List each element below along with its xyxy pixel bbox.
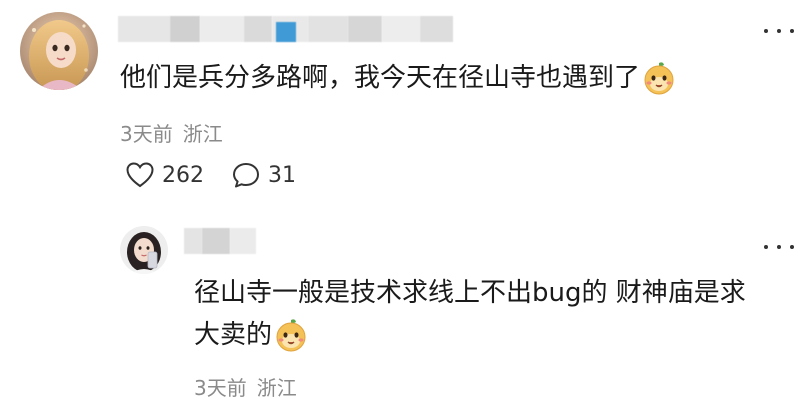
reply-body: 径山寺一般是技术求线上不出bug的 财神庙是求 大卖的 bbox=[194, 272, 794, 356]
comment-meta: 3天前 浙江 bbox=[120, 118, 223, 147]
speech-bubble-icon bbox=[233, 163, 259, 188]
avatar-portrait-icon bbox=[120, 226, 168, 274]
replier-avatar[interactable] bbox=[120, 226, 168, 274]
cute-face-emoji-icon bbox=[644, 62, 674, 95]
heart-icon bbox=[126, 162, 154, 188]
avatar-portrait-icon bbox=[20, 12, 98, 90]
comment-body: 他们是兵分多路啊，我今天在径山寺也遇到了 bbox=[120, 58, 676, 98]
like-button[interactable]: 262 bbox=[126, 162, 204, 188]
more-dots-icon[interactable] bbox=[764, 22, 794, 40]
comment-thread: 他们是兵分多路啊，我今天在径山寺也遇到了 3天前 浙江 262 31 径山寺一般… bbox=[0, 0, 810, 410]
reply-button[interactable]: 31 bbox=[232, 162, 296, 188]
more-dots-icon[interactable] bbox=[764, 238, 794, 256]
reply-text-line-1: 径山寺一般是技术求线上不出bug的 财神庙是求 bbox=[194, 278, 746, 308]
comment-actions: 262 31 bbox=[126, 162, 296, 188]
comment-time: 3天前 bbox=[120, 122, 173, 146]
reply-count: 31 bbox=[268, 162, 296, 188]
reply-time: 3天前 bbox=[194, 376, 247, 400]
commenter-avatar[interactable] bbox=[20, 12, 98, 90]
like-count: 262 bbox=[162, 162, 204, 188]
reply-meta: 3天前 浙江 bbox=[194, 372, 297, 401]
commenter-name-redacted[interactable] bbox=[118, 16, 453, 42]
reply-location: 浙江 bbox=[256, 376, 297, 400]
comment-text: 他们是兵分多路啊，我今天在径山寺也遇到了 bbox=[120, 63, 641, 93]
comment-location: 浙江 bbox=[182, 122, 223, 146]
replier-name-redacted[interactable] bbox=[184, 228, 256, 254]
reply-text-line-2: 大卖的 bbox=[194, 320, 273, 350]
cute-face-emoji-icon bbox=[276, 319, 306, 352]
reply-text-line-2-wrap: 大卖的 bbox=[194, 314, 794, 356]
